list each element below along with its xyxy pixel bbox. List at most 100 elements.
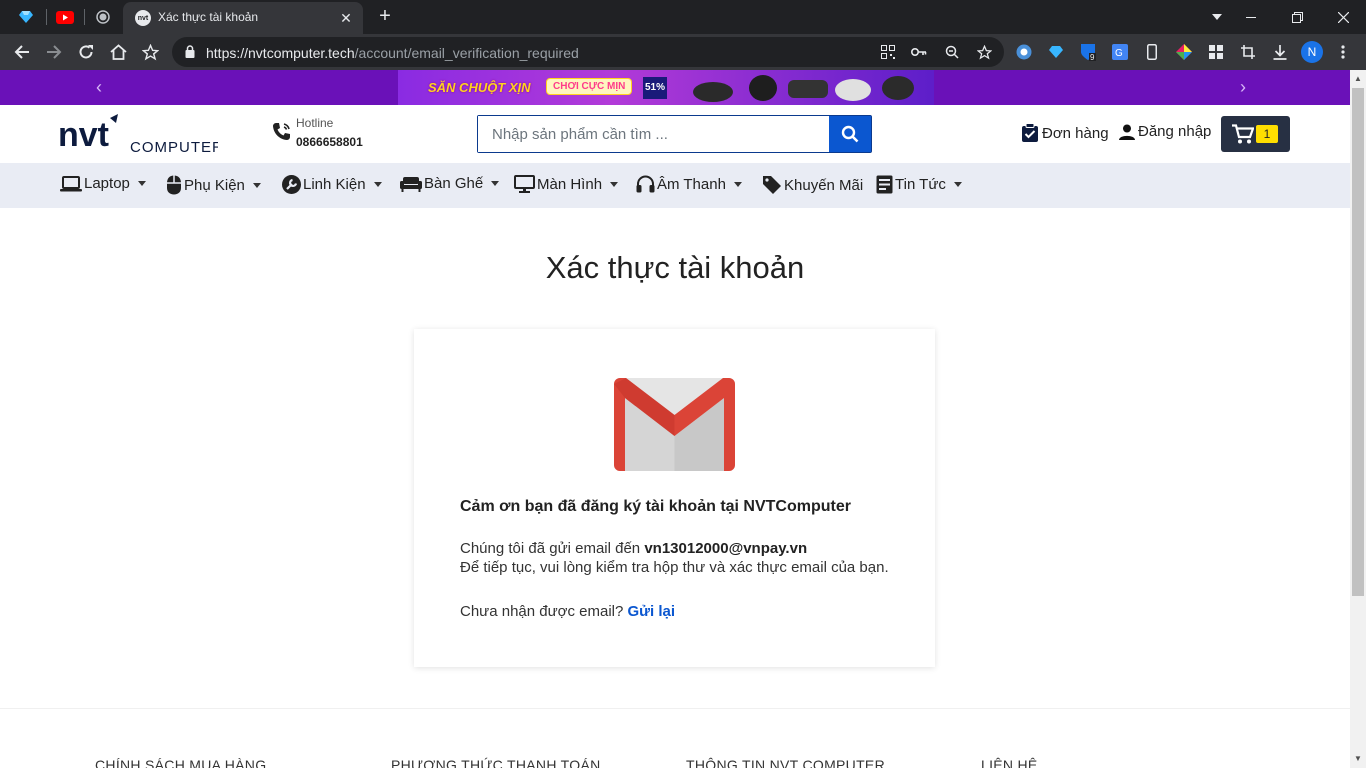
user-email: vn13012000@vnpay.vn bbox=[644, 540, 808, 557]
menu-label-tin-tuc: Tin Tức bbox=[895, 176, 946, 193]
menu-item-am-thanh[interactable]: Âm Thanh bbox=[636, 175, 742, 193]
svg-text:COMPUTER: COMPUTER bbox=[130, 139, 218, 156]
banner-percent: 51% bbox=[643, 77, 667, 99]
site-footer: CHÍNH SÁCH MUA HÀNG PHƯƠNG THỨC THANH TO… bbox=[0, 708, 1350, 768]
scroll-up-icon[interactable]: ▲ bbox=[1350, 74, 1366, 84]
new-tab-button[interactable]: + bbox=[374, 5, 396, 27]
orders-label: Đơn hàng bbox=[1042, 124, 1109, 142]
extension-shield-icon[interactable]: 9 bbox=[1079, 43, 1097, 61]
search-form bbox=[477, 115, 872, 153]
pinned-tab-gem[interactable] bbox=[8, 0, 44, 34]
orders-link[interactable]: Đơn hàng bbox=[1021, 123, 1109, 143]
wrench-icon bbox=[282, 175, 301, 194]
reload-button[interactable] bbox=[72, 38, 100, 66]
hotline-number[interactable]: 0866658801 bbox=[296, 135, 363, 149]
url-path: /account/email_verification_required bbox=[354, 45, 579, 61]
tab-active[interactable]: nvt Xác thực tài khoản ✕ bbox=[123, 2, 363, 34]
banner-products-image bbox=[693, 75, 914, 102]
extension-color-icon[interactable] bbox=[1175, 43, 1193, 61]
url-text[interactable]: https://nvtcomputer.tech/account/email_v… bbox=[206, 45, 579, 61]
profile-avatar[interactable]: N bbox=[1301, 41, 1323, 63]
couch-icon bbox=[400, 176, 422, 192]
menu-item-linh-kien[interactable]: Linh Kiện bbox=[282, 175, 382, 194]
menu-item-khuyen-mai[interactable]: Khuyến Mãi bbox=[762, 175, 863, 195]
promo-banner[interactable]: ‹ SĂN CHUỘT XỊN CHƠI CỰC MỊN 51% › bbox=[0, 70, 1350, 105]
clipboard-check-icon bbox=[1022, 123, 1038, 142]
banner-next-icon[interactable]: › bbox=[1240, 77, 1246, 98]
svg-text:9: 9 bbox=[1090, 53, 1095, 61]
gmail-icon bbox=[614, 378, 735, 471]
caret-down-icon bbox=[733, 181, 742, 187]
extension-phone-icon[interactable] bbox=[1143, 43, 1161, 61]
login-link[interactable]: Đăng nhập bbox=[1119, 123, 1211, 140]
pinned-tab-circle[interactable] bbox=[85, 0, 121, 34]
arrow-right-icon bbox=[47, 45, 62, 59]
scroll-down-icon[interactable]: ▼ bbox=[1350, 754, 1366, 764]
minimize-button[interactable] bbox=[1228, 0, 1274, 34]
star-icon bbox=[141, 43, 159, 60]
crop-icon[interactable] bbox=[1239, 43, 1257, 61]
home-button[interactable] bbox=[104, 38, 132, 66]
menu-label-am-thanh: Âm Thanh bbox=[657, 175, 726, 193]
scroll-thumb[interactable] bbox=[1352, 88, 1364, 596]
close-window-button[interactable] bbox=[1320, 0, 1366, 34]
resend-link[interactable]: Gửi lại bbox=[628, 603, 676, 620]
menu-item-tin-tuc[interactable]: Tin Tức bbox=[876, 175, 962, 194]
gem-icon bbox=[19, 11, 33, 23]
banner-prev-icon[interactable]: ‹ bbox=[96, 77, 102, 98]
laptop-icon bbox=[60, 175, 82, 191]
mouse-icon bbox=[167, 175, 181, 195]
page-viewport: ‹ SĂN CHUỘT XỊN CHƠI CỰC MỊN 51% › nvt C… bbox=[0, 70, 1350, 768]
caret-down-icon bbox=[373, 182, 382, 187]
caret-down-icon bbox=[137, 181, 146, 186]
caret-down-icon bbox=[953, 182, 962, 187]
extension-eye-icon[interactable] bbox=[1015, 43, 1033, 61]
menu-item-laptop[interactable]: Laptop bbox=[60, 175, 146, 192]
cart-button[interactable]: 1 bbox=[1221, 116, 1290, 152]
extension-gem-icon[interactable] bbox=[1047, 43, 1065, 61]
banner-pill: CHƠI CỰC MỊN bbox=[546, 78, 633, 95]
footer-heading: THÔNG TIN NVT COMPUTER bbox=[686, 757, 885, 768]
newspaper-icon bbox=[876, 175, 893, 194]
caret-down-icon bbox=[252, 182, 261, 188]
browser-tab-bar: nvt Xác thực tài khoản ✕ + bbox=[0, 0, 1366, 34]
download-icon[interactable] bbox=[1271, 43, 1289, 61]
menu-label-ban-ghe: Bàn Ghế bbox=[424, 175, 484, 192]
tab-close-icon[interactable]: ✕ bbox=[337, 9, 355, 27]
zoom-icon[interactable] bbox=[943, 43, 961, 61]
minimize-icon bbox=[1246, 16, 1256, 18]
bookmark-star-button[interactable] bbox=[136, 38, 164, 66]
search-button[interactable] bbox=[829, 116, 871, 152]
extension-translate-icon[interactable]: G bbox=[1111, 43, 1129, 61]
user-icon bbox=[1119, 124, 1135, 140]
address-bar[interactable]: https://nvtcomputer.tech/account/email_v… bbox=[172, 37, 1004, 67]
menu-label-linh-kien: Linh Kiện bbox=[303, 176, 366, 193]
banner-image[interactable]: SĂN CHUỘT XỊN CHƠI CỰC MỊN 51% bbox=[398, 70, 934, 105]
monitor-icon bbox=[514, 175, 535, 193]
svg-text:nvt: nvt bbox=[58, 116, 109, 154]
category-menu: Laptop Phụ Kiện Linh Kiện Bàn Ghế Màn Hì… bbox=[0, 163, 1350, 208]
bookmark-icon[interactable] bbox=[975, 43, 993, 61]
page-scrollbar[interactable]: ▲ ▼ bbox=[1350, 70, 1366, 768]
restore-button[interactable] bbox=[1274, 0, 1320, 34]
login-label: Đăng nhập bbox=[1138, 123, 1212, 140]
caret-down-icon bbox=[491, 181, 500, 186]
browser-menu-icon[interactable] bbox=[1334, 43, 1352, 61]
lock-icon[interactable] bbox=[185, 45, 195, 58]
headphones-icon bbox=[636, 175, 655, 193]
menu-item-man-hinh[interactable]: Màn Hình bbox=[514, 175, 619, 193]
menu-item-phu-kien[interactable]: Phụ Kiện bbox=[166, 175, 261, 195]
caret-down-icon bbox=[610, 181, 619, 187]
back-button[interactable] bbox=[8, 38, 36, 66]
footer-heading: PHƯƠNG THỨC THANH TOÁN bbox=[391, 757, 601, 768]
pinned-tab-youtube[interactable] bbox=[47, 0, 83, 34]
menu-label-man-hinh: Màn Hình bbox=[537, 175, 603, 193]
site-logo[interactable]: nvt COMPUTER bbox=[58, 114, 218, 156]
forward-button[interactable] bbox=[40, 38, 68, 66]
search-input[interactable] bbox=[478, 116, 830, 152]
qr-code-icon[interactable] bbox=[879, 43, 897, 61]
key-icon[interactable] bbox=[910, 43, 928, 61]
chevron-down-icon bbox=[1212, 14, 1222, 20]
menu-item-ban-ghe[interactable]: Bàn Ghế bbox=[400, 175, 500, 192]
extensions-puzzle-icon[interactable] bbox=[1207, 43, 1225, 61]
